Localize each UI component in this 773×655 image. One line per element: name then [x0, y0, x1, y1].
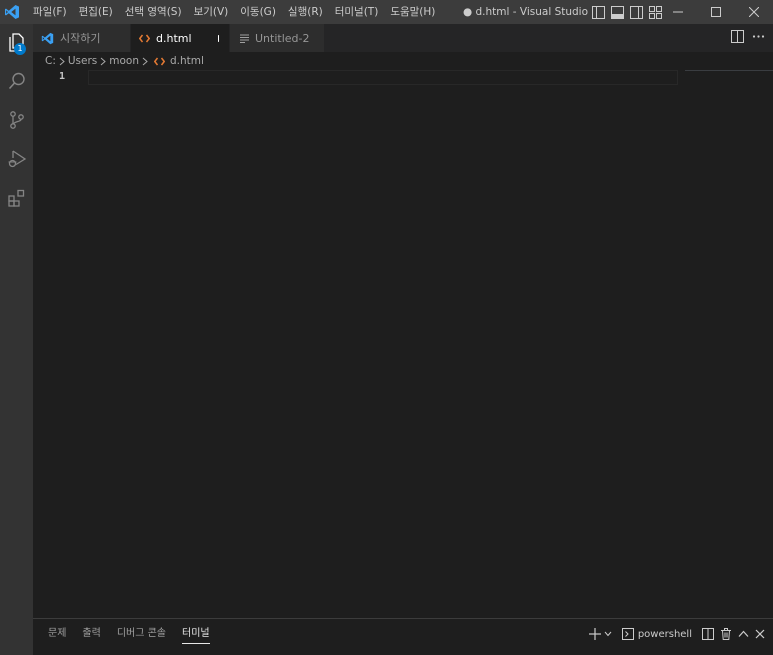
- tab-label: d.html: [156, 31, 192, 45]
- search-icon: [7, 71, 27, 94]
- close-panel-icon[interactable]: [755, 629, 765, 639]
- more-actions-icon[interactable]: [752, 30, 765, 46]
- window-controls: [659, 0, 773, 24]
- chevron-right-icon: [142, 57, 148, 66]
- panel-actions: powershell: [588, 619, 765, 649]
- extensions-button[interactable]: [0, 180, 33, 219]
- menu-help[interactable]: 도움말(H): [384, 0, 441, 24]
- html-file-icon: [139, 34, 150, 43]
- html-file-icon: [154, 57, 166, 66]
- menu-file[interactable]: 파일(F): [27, 0, 73, 24]
- breadcrumb: C: Users moon d.html: [33, 52, 773, 70]
- maximize-panel-icon[interactable]: [738, 630, 749, 638]
- menu-run[interactable]: 실행(R): [282, 0, 329, 24]
- window-title: ● d.html - Visual Studio Co...: [463, 6, 589, 18]
- editor-area[interactable]: 1: [33, 70, 773, 618]
- run-debug-button[interactable]: [0, 141, 33, 180]
- menu-view[interactable]: 보기(V): [188, 0, 235, 24]
- tab-welcome[interactable]: 시작하기: [33, 24, 131, 52]
- toggle-panel-icon[interactable]: [609, 4, 625, 20]
- editor-actions: [731, 24, 765, 52]
- explorer-badge: 1: [14, 43, 26, 55]
- chevron-right-icon: [100, 57, 107, 66]
- vscode-window: 파일(F) 편집(E) 선택 영역(S) 보기(V) 이동(G) 실행(R) 터…: [0, 0, 773, 655]
- source-control-icon: [7, 110, 27, 133]
- close-button[interactable]: [735, 0, 773, 24]
- terminal-name[interactable]: powershell: [638, 629, 692, 640]
- extensions-icon: [7, 188, 27, 211]
- source-control-button[interactable]: [0, 102, 33, 141]
- breadcrumb-item[interactable]: moon: [109, 55, 139, 67]
- tab-label: 시작하기: [60, 32, 101, 45]
- editor-tab-bar: 시작하기 d.html Untitled-2: [33, 24, 773, 52]
- unsaved-indicator[interactable]: [217, 34, 219, 42]
- vscode-logo-icon: [41, 32, 54, 45]
- search-button[interactable]: [0, 63, 33, 102]
- toggle-primary-sidebar-icon[interactable]: [590, 4, 606, 20]
- tab-output[interactable]: 출력: [74, 619, 108, 651]
- chevron-right-icon: [59, 57, 65, 66]
- text-file-icon: [240, 34, 249, 43]
- tab-problems[interactable]: 문제: [40, 619, 74, 651]
- bottom-panel: 문제 출력 디버그 콘솔 터미널 powershell: [33, 618, 773, 655]
- title-bar: 파일(F) 편집(E) 선택 영역(S) 보기(V) 이동(G) 실행(R) 터…: [0, 0, 773, 24]
- activity-bar: 1: [0, 24, 33, 655]
- breadcrumb-file[interactable]: d.html: [170, 55, 204, 67]
- breadcrumb-item[interactable]: C:: [45, 55, 56, 67]
- vscode-logo-icon: [1, 0, 23, 24]
- chevron-down-icon[interactable]: [604, 631, 612, 637]
- tab-untitled-2[interactable]: Untitled-2: [230, 24, 325, 52]
- tab-debug-console[interactable]: 디버그 콘솔: [109, 619, 174, 651]
- tab-d-html[interactable]: d.html: [131, 24, 230, 52]
- run-debug-icon: [7, 149, 27, 172]
- overview-ruler-border: [685, 70, 773, 71]
- minimize-button[interactable]: [659, 0, 697, 24]
- breadcrumb-item[interactable]: Users: [68, 55, 97, 67]
- current-line-highlight: [88, 70, 678, 85]
- tab-terminal[interactable]: 터미널: [174, 619, 218, 651]
- menu-terminal[interactable]: 터미널(T): [329, 0, 385, 24]
- menu-go[interactable]: 이동(G): [234, 0, 282, 24]
- panel-tabs: 문제 출력 디버그 콘솔 터미널: [40, 619, 218, 651]
- layout-controls: [590, 0, 663, 24]
- terminal-shell-icon: [621, 628, 634, 640]
- tab-label: Untitled-2: [255, 31, 310, 45]
- explorer-button[interactable]: 1: [0, 24, 33, 63]
- trash-icon[interactable]: [720, 628, 732, 640]
- maximize-button[interactable]: [697, 0, 735, 24]
- toggle-secondary-sidebar-icon[interactable]: [628, 4, 644, 20]
- menu-selection[interactable]: 선택 영역(S): [119, 0, 188, 24]
- line-number: 1: [59, 71, 66, 82]
- menu-bar: 파일(F) 편집(E) 선택 영역(S) 보기(V) 이동(G) 실행(R) 터…: [27, 0, 441, 24]
- split-editor-icon[interactable]: [731, 30, 744, 46]
- menu-edit[interactable]: 편집(E): [73, 0, 119, 24]
- split-terminal-icon[interactable]: [702, 628, 714, 640]
- new-terminal-icon[interactable]: [588, 628, 601, 640]
